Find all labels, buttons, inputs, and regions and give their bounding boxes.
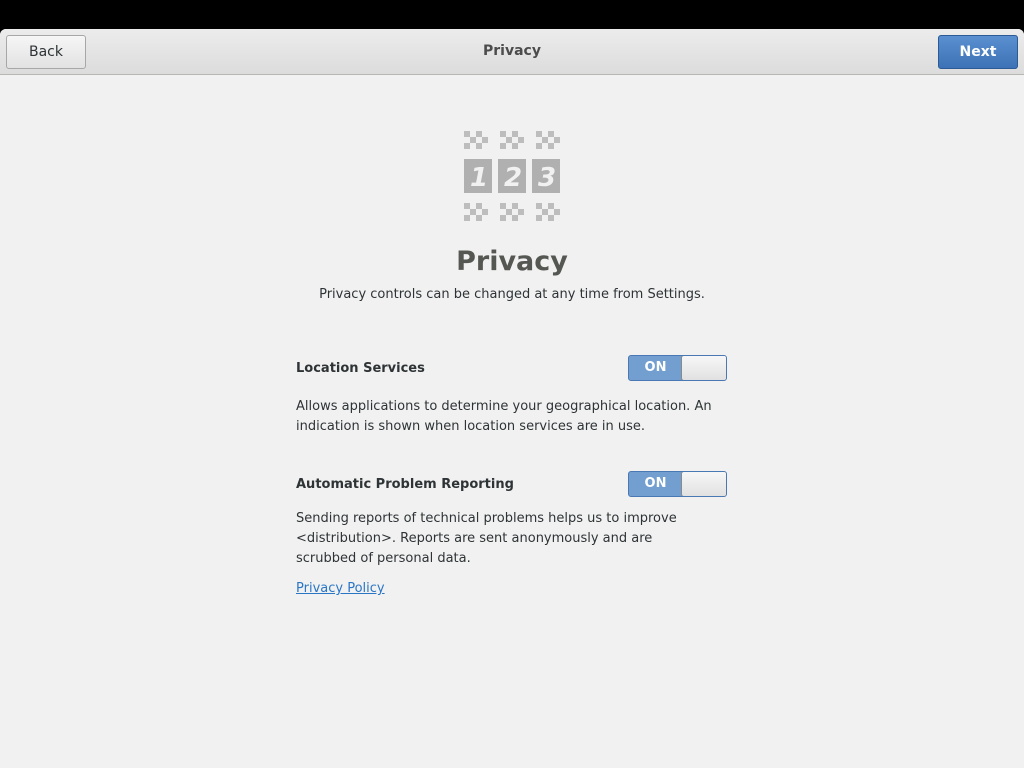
- location-services-description: Allows applications to determine your ge…: [296, 399, 712, 434]
- problem-reporting-description: Sending reports of technical problems he…: [296, 511, 677, 566]
- setup-window: Back Privacy Next 1 2 3 Privacy Privacy …: [0, 29, 1024, 768]
- switch-slider: [681, 356, 726, 380]
- logo-digit: 3: [538, 163, 556, 193]
- location-services-label: Location Services: [296, 361, 425, 376]
- header-bar: Back Privacy Next: [0, 29, 1024, 75]
- switch-slider: [681, 472, 726, 496]
- page-subtitle: Privacy controls can be changed at any t…: [319, 287, 705, 302]
- privacy-123-icon: 1 2 3: [464, 131, 560, 221]
- switch-state-label: ON: [644, 476, 667, 491]
- privacy-policy-link[interactable]: Privacy Policy: [296, 581, 385, 596]
- location-services-switch[interactable]: ON: [628, 355, 727, 381]
- problem-reporting-switch[interactable]: ON: [628, 471, 727, 497]
- logo-digit: 1: [470, 163, 488, 193]
- problem-reporting-label: Automatic Problem Reporting: [296, 477, 514, 492]
- header-title: Privacy: [483, 43, 541, 59]
- switch-state-label: ON: [644, 360, 667, 375]
- logo-digit: 2: [504, 163, 522, 193]
- next-button[interactable]: Next: [938, 35, 1018, 69]
- page-title: Privacy: [456, 246, 568, 277]
